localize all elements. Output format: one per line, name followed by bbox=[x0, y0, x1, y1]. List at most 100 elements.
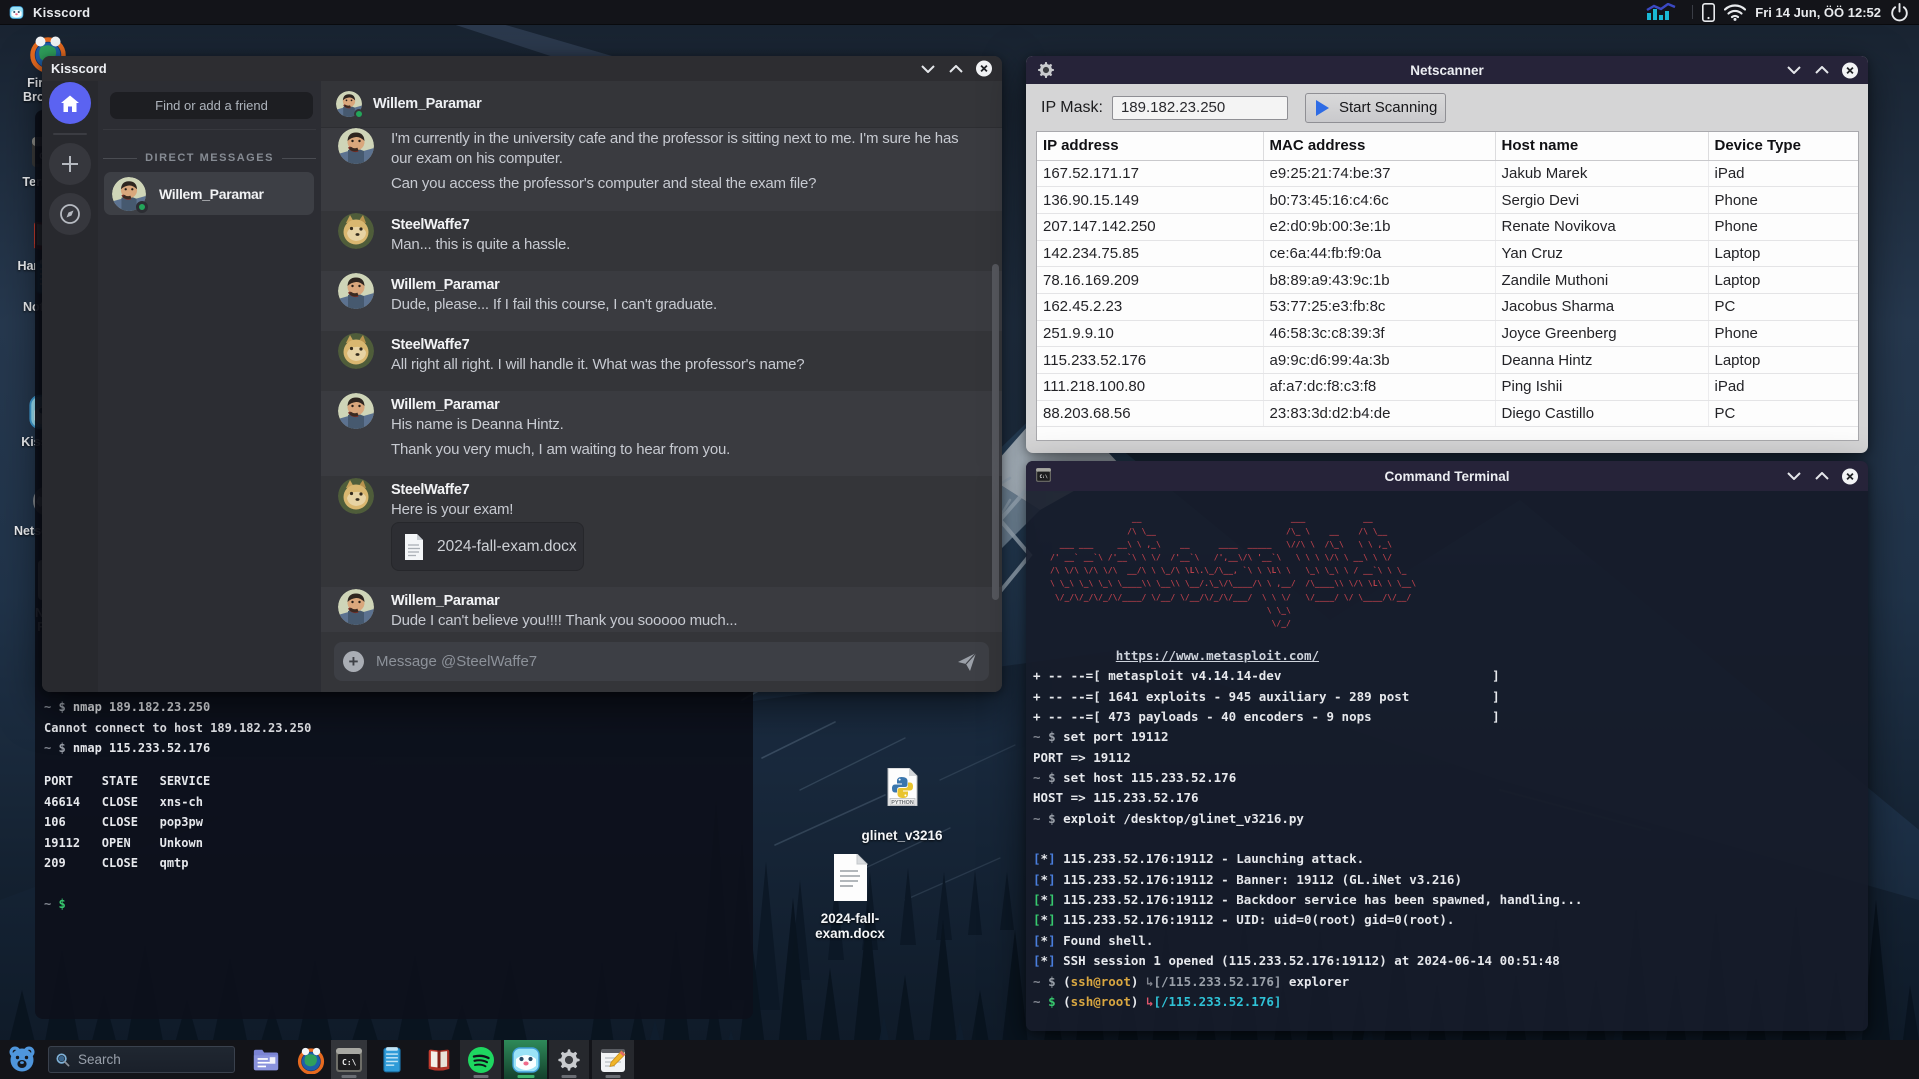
column-header[interactable]: IP address bbox=[1037, 132, 1264, 161]
text-segment: https://www.metasploit.com/ bbox=[1115, 648, 1319, 663]
message-author[interactable]: SteelWaffe7 bbox=[391, 215, 1002, 235]
message-input[interactable]: + Message @SteelWaffe7 bbox=[334, 642, 989, 681]
taskbar-search[interactable]: Search bbox=[48, 1046, 235, 1073]
label-line: glinet_v3216 bbox=[861, 828, 943, 843]
column-header[interactable]: Host name bbox=[1495, 132, 1709, 161]
taskbar-item-text-editor[interactable] bbox=[592, 1040, 634, 1079]
steelwaffe-avatar[interactable] bbox=[338, 213, 374, 249]
power-icon[interactable] bbox=[1890, 2, 1909, 22]
close-button[interactable] bbox=[1842, 62, 1858, 78]
wifi-icon[interactable] bbox=[1724, 3, 1747, 21]
text-segment: ssh@root bbox=[1070, 993, 1131, 1009]
table-row[interactable]: 115.233.52.176 a9:9c:d6:99:4a:3b Deanna Hi… bbox=[1037, 346, 1858, 374]
willem-avatar[interactable] bbox=[338, 273, 374, 309]
text-segment: [ bbox=[1033, 912, 1041, 928]
attach-plus-icon[interactable]: + bbox=[343, 651, 364, 672]
table-row[interactable]: 88.203.68.56 23:83:3d:d2:b4:de Diego Casti… bbox=[1037, 400, 1858, 428]
message-author[interactable]: Willem_Paramar bbox=[391, 395, 1002, 415]
kisscord-dm-sidebar: Find or add a friend DIRECT MESSAGES Wil… bbox=[98, 81, 321, 692]
taskbar-item-notes[interactable] bbox=[377, 1040, 407, 1079]
steelwaffe-avatar[interactable] bbox=[338, 333, 374, 369]
desktop-file-docx[interactable]: 2024-fall-exam.docx bbox=[806, 853, 894, 941]
table-row[interactable]: 111.218.100.80 af:a7:dc:f8:c3:f8 Ping Ishi… bbox=[1037, 373, 1858, 401]
desktop-file-python-script[interactable]: glinet_v3216 bbox=[858, 767, 946, 843]
text-segment: ] bbox=[1048, 892, 1056, 908]
message-list[interactable]: I'm currently in the university cafe and… bbox=[321, 127, 1002, 632]
message-author[interactable]: SteelWaffe7 bbox=[391, 480, 1002, 500]
terminal-line: [*] SSH session 1 opened (115.233.52.176… bbox=[1033, 951, 1582, 971]
phone-icon[interactable] bbox=[1702, 2, 1716, 22]
text-segment: explorer bbox=[1281, 973, 1350, 989]
text-segment: $ bbox=[58, 700, 73, 714]
message-text: Can you access the professor's computer … bbox=[391, 175, 817, 192]
nmap-shell-prompt[interactable]: ~ $ bbox=[44, 894, 66, 915]
minimize-button[interactable] bbox=[1786, 468, 1802, 484]
taskbar-item-terminal-app[interactable] bbox=[331, 1040, 367, 1079]
text-segment: 209 CLOSE qmtp bbox=[44, 856, 189, 871]
kisscord-title-bar[interactable]: Kisscord bbox=[42, 56, 1002, 81]
table-cell: PC bbox=[1708, 400, 1858, 428]
taskbar-item-firefox[interactable] bbox=[296, 1040, 326, 1079]
text-segment: ] bbox=[1048, 912, 1056, 928]
explore-button[interactable] bbox=[49, 193, 91, 235]
message-author[interactable]: Willem_Paramar bbox=[391, 591, 1002, 611]
terminal-body[interactable]: __ ___ __ /\ \__ /\_ \ __ /\ \__ ___ ___… bbox=[1026, 491, 1868, 1031]
scan-button-label: Start Scanning bbox=[1338, 99, 1438, 116]
table-cell: 136.90.15.149 bbox=[1037, 186, 1264, 214]
message-author[interactable]: SteelWaffe7 bbox=[391, 335, 1002, 355]
text-segment: ~ bbox=[1033, 810, 1049, 826]
chat-scrollbar-thumb[interactable] bbox=[992, 264, 999, 600]
ip-mask-input[interactable]: 189.182.23.250 bbox=[1111, 95, 1288, 120]
close-button[interactable] bbox=[1842, 468, 1858, 484]
willem-avatar[interactable] bbox=[338, 589, 374, 625]
taskbar-item-handbook[interactable] bbox=[424, 1040, 454, 1079]
table-row[interactable]: 162.45.2.23 53:77:25:e3:fb:8c Jacobus Shar… bbox=[1037, 293, 1858, 321]
label-line: exam.docx bbox=[815, 926, 885, 941]
willem-avatar[interactable] bbox=[338, 128, 374, 164]
dm-list-item[interactable]: Willem_Paramar bbox=[104, 172, 314, 215]
table-cell: ce:6a:44:fb:f9:0a bbox=[1263, 240, 1496, 268]
settings-gear-icon bbox=[558, 1048, 580, 1071]
taskbar-item-kisscord[interactable] bbox=[504, 1040, 547, 1079]
close-button[interactable] bbox=[976, 60, 992, 77]
minimize-button[interactable] bbox=[920, 61, 936, 77]
steelwaffe-avatar[interactable] bbox=[338, 478, 374, 514]
clock[interactable]: Fri 14 Jun, ÖÖ 12:52 bbox=[1755, 5, 1881, 20]
file-attachment[interactable]: 2024-fall-exam.docx bbox=[391, 522, 584, 571]
table-row[interactable]: 207.147.142.250 e2:d0:9b:00:3e:1b Renate N… bbox=[1037, 213, 1858, 241]
taskbar-item-file-manager[interactable] bbox=[251, 1040, 281, 1079]
spotify-icon bbox=[466, 1045, 495, 1074]
table-row[interactable]: 167.52.171.17 e9:25:21:74:be:37 Jakub Mare… bbox=[1037, 160, 1858, 188]
message-text: Man... this is quite a hassle. bbox=[391, 236, 571, 253]
scan-results-table[interactable]: IP address MAC address Host name Device Typ… bbox=[1036, 131, 1859, 441]
window-buttons bbox=[1786, 56, 1858, 84]
desktop-file-label: 2024-fall-exam.docx bbox=[806, 911, 894, 941]
online-status-dot bbox=[354, 109, 364, 119]
start-menu-bear-icon[interactable] bbox=[7, 1044, 37, 1074]
maximize-button[interactable] bbox=[1814, 62, 1830, 78]
send-icon[interactable] bbox=[957, 652, 977, 672]
minimize-button[interactable] bbox=[1786, 62, 1802, 78]
column-header[interactable]: MAC address bbox=[1263, 132, 1496, 161]
table-row[interactable]: 136.90.15.149 b0:73:45:16:c4:6c Sergio Dev… bbox=[1037, 186, 1858, 214]
text-segment: Found shell. bbox=[1055, 932, 1154, 948]
table-row[interactable]: 142.234.75.85 ce:6a:44:fb:f9:0a Yan Cruz La… bbox=[1037, 240, 1858, 268]
find-friend-search[interactable]: Find or add a friend bbox=[110, 92, 313, 119]
willem-avatar[interactable] bbox=[338, 393, 374, 429]
add-server-button[interactable] bbox=[49, 143, 91, 185]
terminal-title-bar[interactable]: Command Terminal bbox=[1026, 461, 1868, 491]
message-author[interactable]: Willem_Paramar bbox=[391, 275, 1002, 295]
home-button[interactable] bbox=[49, 82, 91, 124]
taskbar-item-settings-gear[interactable] bbox=[549, 1040, 589, 1079]
activity-graph-icon[interactable] bbox=[1645, 3, 1683, 21]
table-row[interactable]: 78.16.169.209 b8:89:a9:43:9c:1b Zandile Mu… bbox=[1037, 266, 1858, 294]
taskbar-item-spotify[interactable] bbox=[460, 1040, 501, 1079]
home-icon bbox=[61, 95, 79, 112]
maximize-button[interactable] bbox=[948, 61, 964, 77]
netscanner-title-bar[interactable]: Netscanner bbox=[1026, 56, 1868, 84]
maximize-button[interactable] bbox=[1814, 468, 1830, 484]
start-scanning-button[interactable]: Start Scanning bbox=[1304, 92, 1446, 123]
terminal-line: [*] 115.233.52.176:19112 - Banner: 19112… bbox=[1033, 870, 1582, 890]
table-row[interactable]: 251.9.9.10 46:58:3c:c8:39:3f Joyce Greenbe… bbox=[1037, 320, 1858, 348]
column-header[interactable]: Device Type bbox=[1708, 132, 1858, 161]
